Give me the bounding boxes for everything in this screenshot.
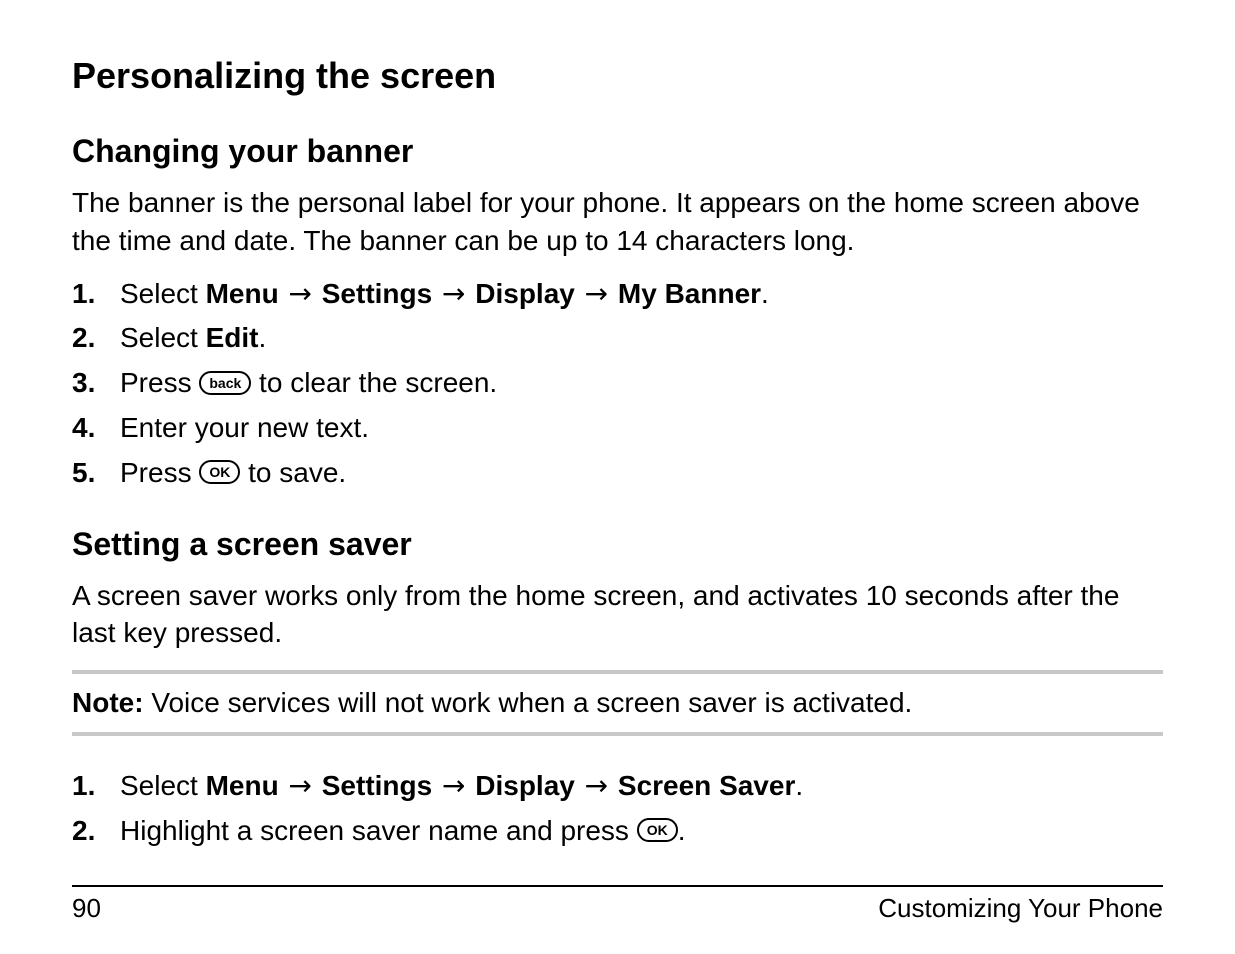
page-title: Personalizing the screen (72, 55, 1163, 97)
arrow-icon: → (440, 764, 467, 809)
note-label: Note: (72, 687, 144, 718)
page-footer: 90 Customizing Your Phone (72, 885, 1163, 954)
menu-path-item: Display (475, 278, 575, 309)
text-fragment: to clear the screen. (251, 367, 497, 398)
chapter-label: Customizing Your Phone (878, 893, 1163, 924)
menu-path-item: Menu (206, 278, 279, 309)
note-text: Voice services will not work when a scre… (144, 687, 913, 718)
arrow-icon: → (440, 272, 467, 317)
step-number: 1. (72, 764, 120, 809)
list-item: 4. Enter your new text. (72, 406, 1163, 451)
text-fragment: Press (120, 457, 199, 488)
list-item: 2. Highlight a screen saver name and pre… (72, 809, 1163, 854)
text-fragment: Highlight a screen saver name and press (120, 815, 637, 846)
step-text: Select Menu → Settings → Display → Scree… (120, 764, 1163, 809)
back-key-icon: back (199, 371, 251, 395)
content-area: Personalizing the screen Changing your b… (72, 55, 1163, 885)
step-number: 3. (72, 361, 120, 406)
text-fragment: Press (120, 367, 199, 398)
menu-path-item: Display (475, 770, 575, 801)
text-fragment: Select (120, 278, 206, 309)
step-text: Enter your new text. (120, 406, 1163, 451)
arrow-icon: → (287, 272, 314, 317)
menu-path-item: Screen Saver (618, 770, 795, 801)
step-number: 4. (72, 406, 120, 451)
section2-steps: 1. Select Menu → Settings → Display → Sc… (72, 764, 1163, 854)
step-number: 2. (72, 809, 120, 854)
menu-path-item: Settings (322, 770, 432, 801)
list-item: 1. Select Menu → Settings → Display → My… (72, 272, 1163, 317)
text-fragment: . (259, 322, 267, 353)
text-fragment: Select (120, 322, 206, 353)
text-fragment: . (795, 770, 803, 801)
step-number: 5. (72, 451, 120, 496)
list-item: 3. Press back to clear the screen. (72, 361, 1163, 406)
text-fragment: . (761, 278, 769, 309)
list-item: 5. Press OK to save. (72, 451, 1163, 496)
text-fragment: . (678, 815, 686, 846)
bold-text: Edit (206, 322, 259, 353)
ok-key-icon: OK (199, 460, 240, 484)
menu-path-item: Menu (206, 770, 279, 801)
list-item: 2. Select Edit. (72, 316, 1163, 361)
ok-key-icon: OK (637, 818, 678, 842)
step-text: Select Menu → Settings → Display → My Ba… (120, 272, 1163, 317)
section1-heading: Changing your banner (72, 133, 1163, 170)
text-fragment: Select (120, 770, 206, 801)
list-item: 1. Select Menu → Settings → Display → Sc… (72, 764, 1163, 809)
note-box: Note: Voice services will not work when … (72, 670, 1163, 736)
page-number: 90 (72, 893, 101, 924)
step-text: Select Edit. (120, 316, 1163, 361)
step-number: 2. (72, 316, 120, 361)
arrow-icon: → (287, 764, 314, 809)
document-page: Personalizing the screen Changing your b… (0, 0, 1235, 954)
step-text: Highlight a screen saver name and press … (120, 809, 1163, 854)
menu-path-item: Settings (322, 278, 432, 309)
section2-heading: Setting a screen saver (72, 526, 1163, 563)
menu-path-item: My Banner (618, 278, 761, 309)
section1-steps: 1. Select Menu → Settings → Display → My… (72, 272, 1163, 496)
section2-intro: A screen saver works only from the home … (72, 577, 1163, 653)
text-fragment: to save. (240, 457, 346, 488)
arrow-icon: → (583, 764, 610, 809)
step-text: Press OK to save. (120, 451, 1163, 496)
arrow-icon: → (583, 272, 610, 317)
section1-intro: The banner is the personal label for you… (72, 184, 1163, 260)
step-text: Press back to clear the screen. (120, 361, 1163, 406)
step-number: 1. (72, 272, 120, 317)
